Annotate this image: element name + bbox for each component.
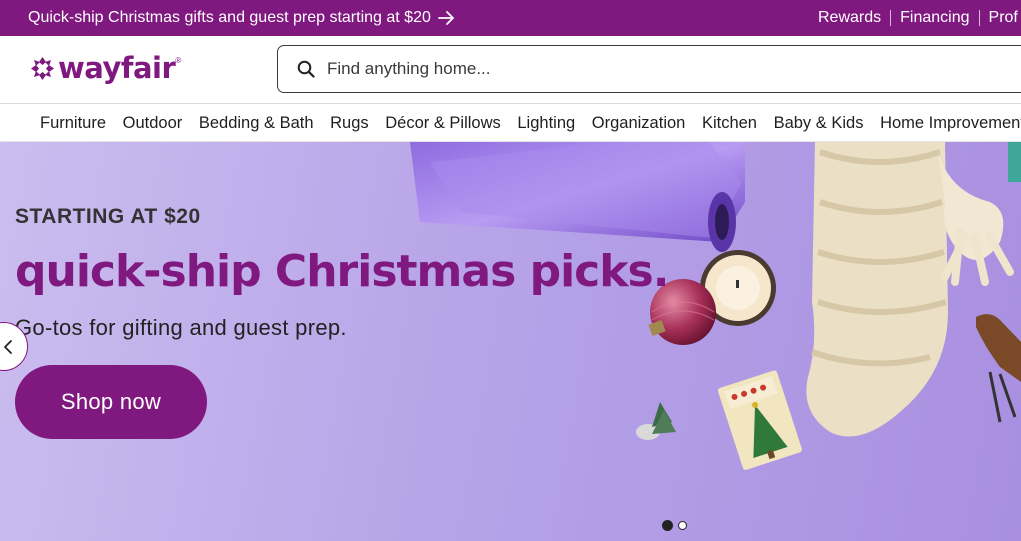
- category-decor-pillows[interactable]: Décor & Pillows: [385, 114, 501, 133]
- search-bar: [277, 45, 1021, 93]
- category-bedding-bath[interactable]: Bedding & Bath: [199, 114, 314, 133]
- carousel-pagination: [662, 520, 692, 531]
- category-baby-kids[interactable]: Baby & Kids: [774, 114, 864, 133]
- divider: [978, 10, 980, 26]
- hero-product-image: [410, 142, 1021, 470]
- shop-now-button[interactable]: Shop now: [15, 365, 207, 439]
- deer-figurine: [976, 314, 1021, 423]
- promo-message-link[interactable]: Quick-ship Christmas gifts and guest pre…: [28, 9, 455, 27]
- logo-wordmark: wayfair: [58, 51, 176, 85]
- category-kitchen[interactable]: Kitchen: [702, 114, 757, 133]
- hero-subhead: Go-tos for gifting and guest prep.: [15, 315, 347, 340]
- category-rugs[interactable]: Rugs: [330, 114, 369, 133]
- financing-link[interactable]: Financing: [900, 9, 969, 27]
- divider: [890, 10, 892, 26]
- category-organization[interactable]: Organization: [592, 114, 686, 133]
- hero-headline: quick-ship Christmas picks.: [15, 246, 669, 297]
- category-lighting[interactable]: Lighting: [517, 114, 575, 133]
- professional-link[interactable]: Prof: [989, 9, 1018, 27]
- hero-banner: STARTING AT $20 quick-ship Christmas pic…: [0, 142, 1021, 541]
- site-header: wayfair ®: [0, 36, 1021, 104]
- knit-stocking: [806, 142, 1014, 437]
- promo-bar: Quick-ship Christmas gifts and guest pre…: [0, 0, 1021, 36]
- carousel-dot-1[interactable]: [662, 520, 673, 531]
- chevron-left-icon: [4, 339, 12, 354]
- wayfair-logo-icon: [31, 56, 54, 80]
- hero-eyebrow: STARTING AT $20: [15, 205, 201, 228]
- registered-mark: ®: [175, 56, 182, 65]
- category-outdoor[interactable]: Outdoor: [123, 114, 183, 133]
- carousel-dot-2[interactable]: [678, 521, 687, 530]
- mini-tree: [636, 402, 676, 440]
- promo-links: Rewards Financing Prof: [818, 9, 1018, 27]
- search-icon[interactable]: [297, 60, 315, 78]
- matchbox: [717, 370, 802, 470]
- category-nav: Furniture Outdoor Bedding & Bath Rugs Dé…: [0, 104, 1021, 142]
- arrow-right-icon: [437, 11, 454, 25]
- category-home-improvement[interactable]: Home Improvement: [880, 114, 1021, 133]
- rewards-link[interactable]: Rewards: [818, 9, 881, 27]
- category-furniture[interactable]: Furniture: [40, 114, 106, 133]
- search-input[interactable]: [327, 59, 927, 79]
- promo-message-text: Quick-ship Christmas gifts and guest pre…: [28, 9, 431, 26]
- wayfair-logo[interactable]: wayfair ®: [30, 50, 181, 86]
- wrapping-paper-roll: [410, 142, 745, 252]
